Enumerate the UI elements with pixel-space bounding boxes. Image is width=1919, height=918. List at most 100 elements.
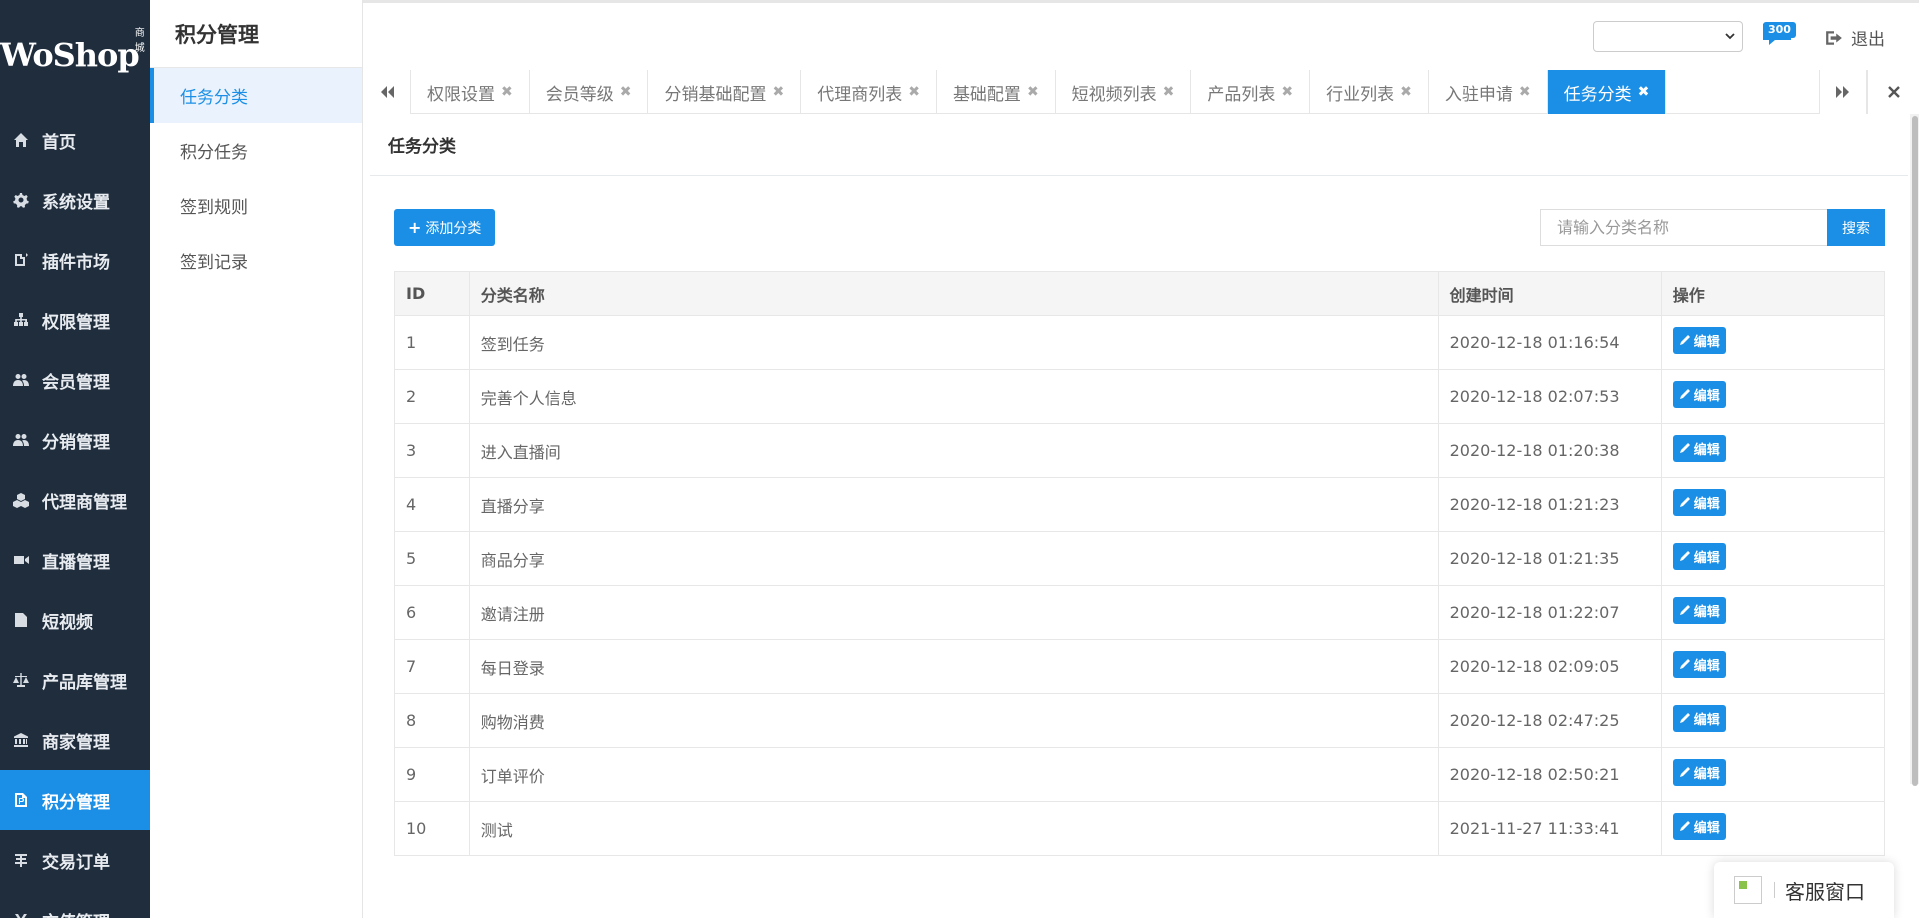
edit-label: 编辑 xyxy=(1693,442,1720,458)
tab-item[interactable]: 代理商列表 ✖ xyxy=(801,70,937,114)
tab-close-icon[interactable]: ✖ xyxy=(1400,84,1412,100)
tab-close-icon[interactable]: ✖ xyxy=(1638,84,1650,100)
sidebar-item-recharge[interactable]: 充值管理 xyxy=(0,890,150,918)
edit-button[interactable]: 编辑 xyxy=(1672,596,1726,624)
sidebar-item-distribution[interactable]: 分销管理 xyxy=(0,410,150,470)
close-all-tabs-button[interactable] xyxy=(1867,70,1919,114)
edit-button[interactable]: 编辑 xyxy=(1672,542,1726,570)
content-panel: 任务分类 + 添加分类 搜索 ID 分类名称 创建时间 操作 1签到任务2020… xyxy=(370,114,1908,918)
sign-out-icon xyxy=(1826,30,1842,45)
sidebar-item-plugin-market[interactable]: 插件市场 xyxy=(0,230,150,290)
sub-sidebar-title: 积分管理 xyxy=(150,0,362,68)
category-search-input[interactable] xyxy=(1540,209,1827,246)
sub-sidebar-item[interactable]: 签到记录 xyxy=(150,233,362,288)
sidebar-item-merchants[interactable]: 商家管理 xyxy=(0,710,150,770)
tab-close-icon[interactable]: ✖ xyxy=(908,84,920,100)
tab-close-icon[interactable]: ✖ xyxy=(620,84,632,100)
sub-sidebar-item[interactable]: 积分任务 xyxy=(150,123,362,178)
tab-item[interactable]: 短视频列表 ✖ xyxy=(1056,70,1192,114)
customer-service-label: 客服窗口 xyxy=(1785,879,1865,904)
sidebar-item-label: 首页 xyxy=(42,132,76,153)
sidebar-item-product-library[interactable]: 产品库管理 xyxy=(0,650,150,710)
table-row: 5 商品分享 2020-12-18 01:21:35 编辑 xyxy=(394,531,1886,586)
cell-name: 购物消费 xyxy=(468,693,1439,748)
edit-label: 编辑 xyxy=(1693,334,1720,350)
sub-sidebar-item[interactable]: 任务分类 xyxy=(150,68,362,123)
edit-button[interactable]: 编辑 xyxy=(1672,650,1726,678)
cell-id: 6 xyxy=(394,585,470,640)
pencil-icon xyxy=(1679,443,1690,454)
sidebar-item-short-video[interactable]: 短视频 xyxy=(0,590,150,650)
sidebar-item-permissions[interactable]: 权限管理 xyxy=(0,290,150,350)
sidebar-item-agents[interactable]: 代理商管理 xyxy=(0,470,150,530)
scrollbar-thumb[interactable] xyxy=(1912,116,1918,786)
edit-button[interactable]: 编辑 xyxy=(1672,434,1726,462)
tab-close-icon[interactable]: ✖ xyxy=(1027,84,1039,100)
tab-close-icon[interactable]: ✖ xyxy=(501,84,513,100)
tab-item[interactable]: 权限设置 ✖ xyxy=(411,70,530,114)
tab-item[interactable]: 任务分类 ✖ xyxy=(1547,70,1667,114)
header-select[interactable] xyxy=(1593,21,1743,52)
cell-id: 4 xyxy=(394,477,470,532)
double-chevron-right-icon xyxy=(1836,86,1849,98)
sub-sidebar-item[interactable]: 签到规则 xyxy=(150,178,362,233)
pencil-icon xyxy=(1679,335,1690,346)
tab-close-icon[interactable]: ✖ xyxy=(772,84,784,100)
tab-item[interactable]: 入驻申请 ✖ xyxy=(1429,70,1548,114)
tab-scroll-right-button[interactable] xyxy=(1819,70,1867,114)
search-button[interactable]: 搜索 xyxy=(1827,209,1885,246)
cell-actions: 编辑 xyxy=(1660,693,1886,748)
category-table: ID 分类名称 创建时间 操作 1 签到任务 2020-12-18 01:16:54… xyxy=(394,271,1886,856)
edit-button[interactable]: 编辑 xyxy=(1672,380,1726,408)
tab-item[interactable]: 产品列表 ✖ xyxy=(1191,70,1311,114)
cell-actions: 编辑 xyxy=(1660,315,1886,370)
customer-service-widget[interactable]: 客服窗口 xyxy=(1714,862,1894,918)
table-header-row: ID 分类名称 创建时间 操作 xyxy=(394,271,1886,316)
pencil-icon xyxy=(1679,821,1690,832)
add-category-button[interactable]: + 添加分类 xyxy=(394,209,496,246)
cell-actions: 编辑 xyxy=(1660,531,1886,586)
table-row: 4 直播分享 2020-12-18 01:21:23 编辑 xyxy=(394,477,1886,532)
cell-name: 进入直播间 xyxy=(468,423,1439,478)
sidebar-item-system-settings[interactable]: 系统设置 xyxy=(0,170,150,230)
pencil-icon xyxy=(1679,551,1690,562)
sidebar-item-orders[interactable]: 交易订单 xyxy=(0,830,150,890)
table-body: 1 签到任务 2020-12-18 01:16:54 编辑 2 完善个人信息 2020-12… xyxy=(394,315,1886,856)
tab-item[interactable]: 分销基础配置 ✖ xyxy=(648,70,802,114)
column-header-id: ID xyxy=(394,271,470,316)
sidebar-item-label: 直播管理 xyxy=(42,552,110,573)
tab-scroll-left-button[interactable] xyxy=(363,70,411,114)
table-row: 9 订单评价 2020-12-18 02:50:21 编辑 xyxy=(394,747,1886,802)
sub-sidebar-list: 任务分类 积分任务 签到规则 签到记录 xyxy=(150,68,362,288)
tab-close-icon[interactable]: ✖ xyxy=(1281,84,1293,100)
table-row: 7 每日登录 2020-12-18 02:09:05 编辑 xyxy=(394,639,1886,694)
edit-label: 编辑 xyxy=(1693,766,1720,782)
cell-name: 完善个人信息 xyxy=(468,369,1439,424)
edit-button[interactable]: 编辑 xyxy=(1672,812,1726,840)
tab-label: 任务分类 xyxy=(1563,84,1632,105)
sidebar-item-label: 产品库管理 xyxy=(42,672,127,693)
tab-item[interactable]: 行业列表 ✖ xyxy=(1310,70,1429,114)
sidebar-item-home[interactable]: 首页 xyxy=(0,110,150,170)
edit-button[interactable]: 编辑 xyxy=(1672,488,1726,516)
table-row: 1 签到任务 2020-12-18 01:16:54 编辑 xyxy=(394,315,1886,370)
sidebar-item-live[interactable]: 直播管理 xyxy=(0,530,150,590)
sidebar-item-points[interactable]: 积分管理 xyxy=(0,770,150,830)
tab-label: 短视频列表 xyxy=(1071,84,1157,105)
tab-label: 会员等级 xyxy=(545,84,614,105)
chevron-down-icon xyxy=(1725,33,1735,40)
sidebar-item-members[interactable]: 会员管理 xyxy=(0,350,150,410)
cell-id: 1 xyxy=(394,315,470,370)
logout-button[interactable]: 退出 xyxy=(1825,25,1885,50)
tab-close-icon[interactable]: ✖ xyxy=(1519,84,1531,100)
cell-id: 8 xyxy=(394,693,470,748)
tab-close-icon[interactable]: ✖ xyxy=(1163,84,1175,100)
tab-item[interactable]: 会员等级 ✖ xyxy=(530,70,649,114)
edit-button[interactable]: 编辑 xyxy=(1672,326,1726,354)
edit-button[interactable]: 编辑 xyxy=(1672,758,1726,786)
cell-created: 2020-12-18 01:21:35 xyxy=(1437,531,1662,586)
cell-actions: 编辑 xyxy=(1660,423,1886,478)
cell-created: 2020-12-18 02:50:21 xyxy=(1437,747,1662,802)
tab-item[interactable]: 基础配置 ✖ xyxy=(937,70,1056,114)
edit-button[interactable]: 编辑 xyxy=(1672,704,1726,732)
